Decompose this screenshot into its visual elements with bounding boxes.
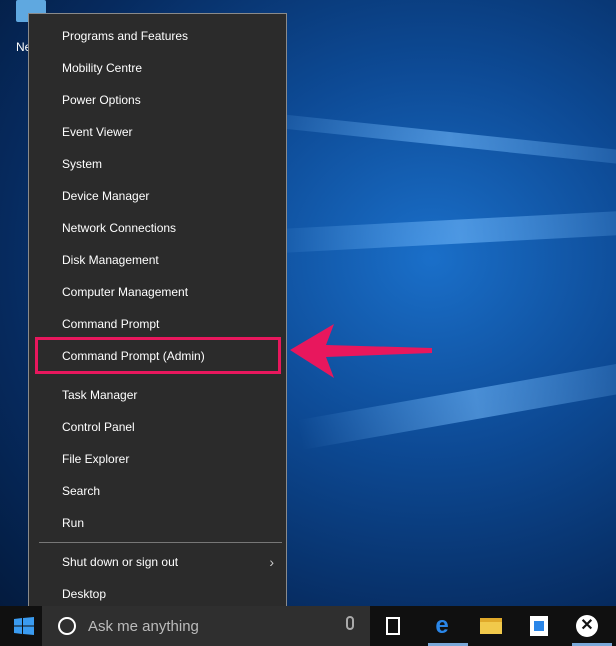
menu-item-task-manager[interactable]: Task Manager: [29, 380, 286, 410]
chevron-right-icon: ›: [269, 554, 274, 570]
menu-item-file-explorer[interactable]: File Explorer: [29, 444, 286, 474]
task-view-icon[interactable]: [381, 614, 405, 638]
menu-item-network-connections[interactable]: Network Connections: [29, 213, 286, 243]
menu-item-programs-and-features[interactable]: Programs and Features: [29, 21, 286, 51]
menu-item-command-prompt[interactable]: Command Prompt: [29, 309, 286, 339]
highlight-box: [35, 337, 281, 374]
menu-item-desktop[interactable]: Desktop: [29, 579, 286, 609]
taskbar: Ask me anything e ✕: [0, 606, 616, 646]
microphone-icon[interactable]: [346, 616, 354, 630]
store-icon[interactable]: [527, 614, 551, 638]
menu-item-shut-down[interactable]: Shut down or sign out ›: [29, 547, 286, 577]
wallpaper-beam: [239, 110, 616, 168]
edge-icon[interactable]: e: [430, 614, 454, 638]
search-placeholder: Ask me anything: [88, 618, 199, 635]
menu-item-run[interactable]: Run: [29, 508, 286, 538]
arrow-annotation: [290, 324, 432, 378]
search-box[interactable]: Ask me anything: [42, 606, 370, 646]
menu-item-system[interactable]: System: [29, 149, 286, 179]
menu-divider: [39, 542, 282, 543]
menu-item-computer-management[interactable]: Computer Management: [29, 277, 286, 307]
menu-item-power-options[interactable]: Power Options: [29, 85, 286, 115]
menu-item-label: Desktop: [62, 587, 107, 601]
menu-item-disk-management[interactable]: Disk Management: [29, 245, 286, 275]
menu-item-device-manager[interactable]: Device Manager: [29, 181, 286, 211]
menu-item-label: Shut down or sign out: [62, 555, 179, 569]
file-explorer-icon[interactable]: [479, 614, 503, 638]
menu-item-event-viewer[interactable]: Event Viewer: [29, 117, 286, 147]
menu-item-control-panel[interactable]: Control Panel: [29, 412, 286, 442]
menu-item-search[interactable]: Search: [29, 476, 286, 506]
power-user-menu: Programs and Features Mobility Centre Powe…: [28, 13, 287, 613]
cortana-icon: [58, 617, 76, 635]
menu-item-mobility-centre[interactable]: Mobility Centre: [29, 53, 286, 83]
xbox-icon[interactable]: ✕: [575, 614, 599, 638]
windows-logo-icon[interactable]: [14, 617, 34, 635]
wallpaper-beam: [259, 209, 616, 254]
